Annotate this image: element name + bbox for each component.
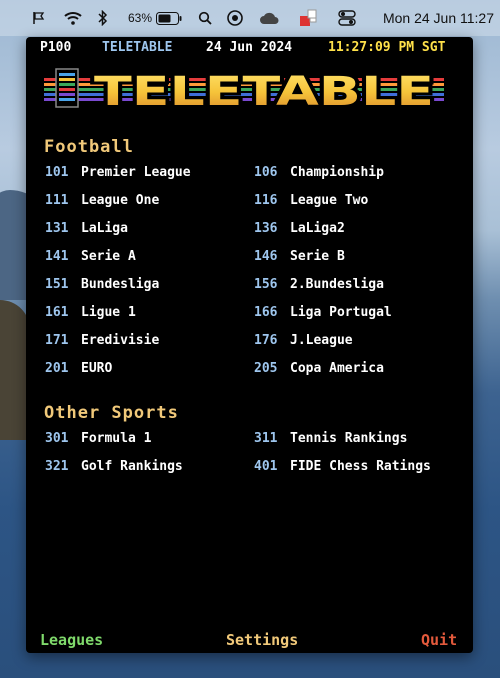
tv-logo-icon	[55, 68, 79, 108]
quit-button[interactable]: Quit	[421, 631, 457, 649]
status-date: 24 Jun 2024	[206, 40, 293, 55]
page-link-106[interactable]: 106 Championship	[254, 165, 384, 185]
page-link-166[interactable]: 166 Liga Portugal	[254, 305, 392, 325]
footer-bar: Leagues Settings Quit	[26, 628, 473, 650]
page-link-205[interactable]: 205 Copa America	[254, 361, 384, 381]
page-link-151[interactable]: 151 Bundesliga	[45, 277, 159, 297]
leagues-button[interactable]: Leagues	[40, 631, 103, 649]
app-title: TELETABLE	[102, 40, 173, 55]
page-number-label: 401	[254, 459, 278, 474]
page-number-label: 106	[254, 165, 278, 180]
page-link-131[interactable]: 131 LaLiga	[45, 221, 128, 241]
page-link-label: 2.Bundesliga	[290, 277, 384, 292]
menu-bar-clock[interactable]: Mon 24 Jun 11:27	[383, 10, 494, 26]
bluetooth-icon[interactable]	[98, 9, 108, 27]
status-time: 11:27:09 PM SGT	[328, 40, 446, 55]
page-number-label: 321	[45, 459, 69, 474]
page-number: P100	[40, 40, 72, 55]
page-number-label: 171	[45, 333, 69, 348]
page-link-101[interactable]: 101 Premier League	[45, 165, 191, 185]
page-link-301[interactable]: 301 Formula 1	[45, 431, 151, 451]
page-link-label: Ligue 1	[81, 305, 136, 320]
page-link-label: Golf Rankings	[81, 459, 183, 474]
flag-icon[interactable]	[32, 9, 46, 27]
settings-button[interactable]: Settings	[226, 631, 298, 649]
page-number-label: 116	[254, 193, 278, 208]
page-link-116[interactable]: 116 League Two	[254, 193, 368, 213]
teletable-banner: TELETABLE TELETABLE	[44, 66, 444, 115]
menu-bar: 63% Mon 24 Jun 11:27	[0, 0, 500, 36]
page-link-label: League Two	[290, 193, 369, 208]
page-number-label: 151	[45, 277, 69, 292]
page-number-label: 156	[254, 277, 278, 292]
page-number-label: 131	[45, 221, 69, 236]
other-sports-section-title: Other Sports	[44, 403, 179, 423]
page-number-label: 176	[254, 333, 278, 348]
page-number-label: 111	[45, 193, 69, 208]
battery-icon[interactable]	[156, 9, 182, 27]
page-link-label: Championship	[290, 165, 384, 180]
cloud-icon[interactable]	[259, 9, 281, 27]
page-link-321[interactable]: 321 Golf Rankings	[45, 459, 183, 479]
page-link-label: League One	[81, 193, 160, 208]
teletable-window: P100 TELETABLE 24 Jun 2024 11:27:09 PM S…	[26, 37, 473, 653]
page-link-label: J.League	[290, 333, 353, 348]
page-link-label: Formula 1	[81, 431, 152, 446]
page-link-401[interactable]: 401 FIDE Chess Ratings	[254, 459, 431, 479]
teletable-menu-icon[interactable]	[298, 9, 320, 27]
search-icon[interactable]	[198, 9, 212, 27]
page-link-label: Liga Portugal	[290, 305, 392, 320]
page-link-161[interactable]: 161 Ligue 1	[45, 305, 136, 325]
page-number-label: 205	[254, 361, 278, 376]
page-link-label: Tennis Rankings	[290, 431, 408, 446]
page-link-146[interactable]: 146 Serie B	[254, 249, 345, 269]
page-link-111[interactable]: 111 League One	[45, 193, 159, 213]
page-link-label: Copa America	[290, 361, 384, 376]
page-link-label: Serie A	[81, 249, 136, 264]
page-link-label: FIDE Chess Ratings	[290, 459, 431, 474]
status-line: P100 TELETABLE 24 Jun 2024 11:27:09 PM S…	[26, 37, 473, 59]
page-link-label: Serie B	[290, 249, 345, 264]
page-link-label: LaLiga	[81, 221, 128, 236]
page-number-label: 146	[254, 249, 278, 264]
page-link-label: Premier League	[81, 165, 191, 180]
page-link-171[interactable]: 171 Eredivisie	[45, 333, 159, 353]
page-link-label: EURO	[81, 361, 113, 376]
page-number-label: 136	[254, 221, 278, 236]
page-number-label: 141	[45, 249, 69, 264]
page-number-label: 311	[254, 431, 278, 446]
page-link-201[interactable]: 201 EURO	[45, 361, 112, 381]
page-link-label: Eredivisie	[81, 333, 160, 348]
page-link-176[interactable]: 176 J.League	[254, 333, 353, 353]
page-link-136[interactable]: 136 LaLiga2	[254, 221, 345, 241]
page-number-label: 166	[254, 305, 278, 320]
focus-icon[interactable]	[226, 9, 244, 27]
wifi-icon[interactable]	[64, 9, 82, 27]
football-section-title: Football	[44, 137, 134, 157]
page-number-label: 301	[45, 431, 69, 446]
page-number-label: 101	[45, 165, 69, 180]
page-link-label: Bundesliga	[81, 277, 160, 292]
page-link-156[interactable]: 156 2.Bundesliga	[254, 277, 384, 297]
battery-percent: 63%	[128, 11, 153, 25]
page-number-label: 201	[45, 361, 69, 376]
page-link-311[interactable]: 311 Tennis Rankings	[254, 431, 407, 451]
page-number-label: 161	[45, 305, 69, 320]
page-link-label: LaLiga2	[290, 221, 345, 236]
page-link-141[interactable]: 141 Serie A	[45, 249, 136, 269]
control-center-icon[interactable]	[338, 9, 356, 27]
banner-text: TELETABLE	[94, 69, 434, 115]
